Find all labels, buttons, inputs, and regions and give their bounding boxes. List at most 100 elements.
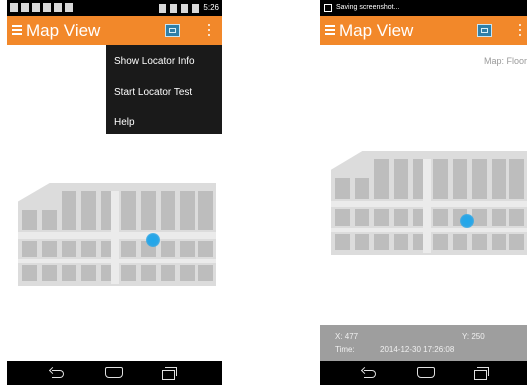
back-icon[interactable] bbox=[362, 368, 376, 378]
floor-room bbox=[334, 209, 350, 226]
floor-room bbox=[472, 209, 487, 226]
status-bar: 5:26 bbox=[7, 0, 222, 16]
floor-room bbox=[61, 240, 77, 258]
bluetooth-icon bbox=[159, 3, 167, 13]
floor-room bbox=[41, 209, 57, 231]
floor-room bbox=[393, 159, 409, 199]
floor-room bbox=[491, 209, 507, 226]
back-icon[interactable] bbox=[50, 368, 64, 378]
floor-room bbox=[41, 265, 57, 281]
notification-icon bbox=[43, 3, 51, 12]
menu-item-show-locator-info[interactable]: Show Locator Info bbox=[114, 56, 195, 68]
notification-icon bbox=[54, 3, 62, 12]
status-notification: Saving screenshot... bbox=[324, 3, 399, 12]
floor-room bbox=[334, 178, 350, 199]
notification-icon bbox=[32, 3, 40, 12]
floor-room bbox=[120, 240, 136, 258]
floor-room bbox=[61, 191, 77, 231]
floor-room bbox=[160, 191, 176, 231]
floor-room bbox=[491, 234, 507, 250]
floor-room bbox=[432, 234, 448, 250]
floor-room bbox=[120, 265, 136, 281]
navigation-bar bbox=[7, 361, 222, 385]
floor-room bbox=[41, 240, 57, 258]
floor-room bbox=[472, 159, 487, 199]
app-title: Map View bbox=[339, 21, 414, 40]
alarm-icon bbox=[170, 3, 178, 13]
floor-room bbox=[140, 265, 156, 281]
recents-icon[interactable] bbox=[474, 367, 489, 380]
floor-room bbox=[509, 234, 525, 250]
status-bar: Saving screenshot... bbox=[320, 0, 527, 16]
map-icon[interactable] bbox=[477, 24, 492, 37]
floor-room bbox=[334, 234, 350, 250]
floor-map[interactable] bbox=[18, 183, 216, 286]
floor-room bbox=[81, 240, 97, 258]
floor-room bbox=[180, 240, 196, 258]
notification-icon bbox=[21, 3, 29, 12]
floor-room bbox=[198, 191, 214, 231]
floor-room bbox=[509, 159, 525, 199]
menu-icon[interactable] bbox=[325, 25, 335, 35]
floor-room bbox=[432, 209, 448, 226]
notification-icon bbox=[10, 3, 18, 12]
floor-room bbox=[354, 234, 370, 250]
floor-corridor bbox=[423, 159, 431, 253]
floor-room bbox=[491, 159, 507, 199]
menu-icon[interactable] bbox=[12, 25, 22, 35]
floor-room bbox=[21, 209, 37, 231]
floor-room bbox=[180, 191, 196, 231]
phone-screen-right: Saving screenshot... Map View Map: Floor… bbox=[320, 0, 527, 385]
overflow-menu: Show Locator Info Start Locator Test Hel… bbox=[106, 45, 222, 134]
wifi-icon bbox=[181, 3, 189, 13]
locator-info-panel: X: 477 Y: 250 Time: 2014-12-30 17:26:08 bbox=[320, 325, 527, 361]
notification-icon bbox=[65, 3, 73, 12]
floor-room bbox=[160, 240, 176, 258]
floor-room bbox=[61, 265, 77, 281]
floor-label: Map: Floor bbox=[483, 56, 527, 66]
floor-room bbox=[393, 234, 409, 250]
phone-screen-left: 5:26 Map View Show Locator Info Start Lo… bbox=[7, 0, 222, 385]
home-icon[interactable] bbox=[105, 367, 123, 378]
x-coordinate: X: 477 bbox=[335, 332, 359, 341]
location-dot bbox=[460, 214, 474, 228]
floor-room bbox=[452, 159, 468, 199]
floor-room bbox=[198, 240, 214, 258]
floor-room bbox=[472, 234, 487, 250]
notification-icons bbox=[10, 3, 73, 12]
app-bar: Map View bbox=[7, 16, 222, 45]
overflow-icon[interactable] bbox=[207, 24, 211, 36]
floor-room bbox=[180, 265, 196, 281]
map-icon[interactable] bbox=[165, 24, 180, 37]
floor-room bbox=[140, 191, 156, 231]
home-icon[interactable] bbox=[417, 367, 435, 378]
floor-room bbox=[393, 209, 409, 226]
app-bar: Map View bbox=[320, 16, 527, 45]
floor-room bbox=[81, 191, 97, 231]
screenshot-icon bbox=[324, 3, 332, 12]
floor-room bbox=[21, 265, 37, 281]
status-notification-text: Saving screenshot... bbox=[336, 4, 400, 11]
floor-room bbox=[432, 159, 448, 199]
recents-icon[interactable] bbox=[162, 367, 177, 380]
y-coordinate: Y: 250 bbox=[462, 332, 485, 341]
battery-icon bbox=[192, 3, 200, 13]
floor-room bbox=[198, 265, 214, 281]
timestamp: 2014-12-30 17:26:08 bbox=[380, 345, 455, 354]
floor-room bbox=[120, 191, 136, 231]
floor-map[interactable] bbox=[331, 151, 527, 255]
floor-room bbox=[160, 265, 176, 281]
system-icons: 5:26 bbox=[159, 2, 219, 14]
floor-room bbox=[509, 209, 525, 226]
menu-item-help[interactable]: Help bbox=[114, 117, 135, 129]
menu-item-start-locator-test[interactable]: Start Locator Test bbox=[114, 87, 192, 99]
time-label: Time: bbox=[335, 345, 355, 354]
navigation-bar bbox=[320, 361, 527, 385]
app-title: Map View bbox=[26, 21, 101, 40]
floor-corridor bbox=[111, 191, 119, 284]
floor-room bbox=[354, 178, 370, 199]
floor-room bbox=[452, 234, 468, 250]
overflow-icon[interactable] bbox=[518, 24, 522, 36]
floor-room bbox=[354, 209, 370, 226]
floor-room bbox=[21, 240, 37, 258]
